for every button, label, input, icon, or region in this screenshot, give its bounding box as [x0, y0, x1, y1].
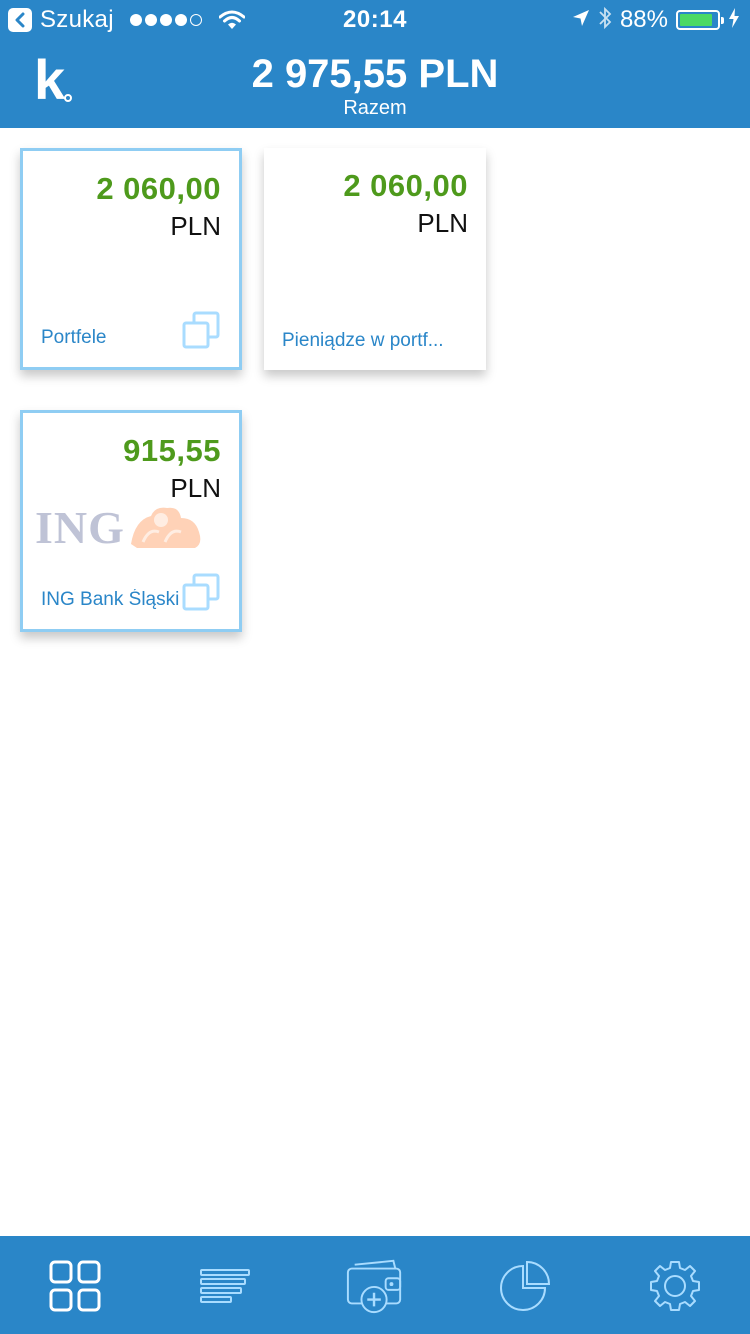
total-balance-label: Razem [343, 97, 407, 119]
status-right: 88% [564, 6, 740, 34]
status-bar: Szukaj 20:14 88% [0, 0, 750, 40]
tile-currency: PLN [170, 211, 221, 241]
tile-currency: PLN [170, 473, 221, 503]
battery-icon [676, 10, 724, 30]
group-icon[interactable] [181, 572, 221, 617]
account-tile-ing[interactable]: 915,55 PLN ING ING Bank Śląski [20, 410, 242, 632]
group-icon[interactable] [181, 310, 221, 355]
tab-grid[interactable] [45, 1256, 105, 1316]
wallet-add-icon [346, 1259, 402, 1314]
tab-list[interactable] [195, 1256, 255, 1316]
gear-icon [650, 1261, 700, 1311]
ing-bank-logo: ING [35, 501, 231, 553]
account-tile-pieniadze[interactable]: 2 060,00 PLN Pieniądze w portf... [264, 148, 486, 370]
tile-label: Portfele [41, 327, 107, 348]
tile-amount: 915,55 [123, 433, 221, 468]
location-arrow-icon [572, 9, 590, 32]
charging-bolt-icon [728, 7, 740, 33]
bluetooth-icon [598, 6, 612, 35]
bottom-tab-bar [0, 1236, 750, 1334]
account-tile-portfele[interactable]: 2 060,00 PLN Portfele [20, 148, 242, 370]
tab-settings[interactable] [645, 1256, 705, 1316]
list-icon [200, 1269, 250, 1303]
tab-charts[interactable] [495, 1256, 555, 1316]
tile-currency: PLN [417, 208, 468, 238]
tile-label: ING Bank Śląski [41, 589, 180, 610]
total-balance: 2 975,55 PLN [251, 52, 499, 96]
tile-amount: 2 060,00 [343, 168, 468, 203]
ing-logo-text: ING [35, 501, 125, 553]
tile-label: Pieniądze w portf... [282, 330, 444, 351]
battery-level-fill [680, 14, 712, 26]
tab-add-wallet[interactable] [345, 1256, 405, 1316]
tile-amount: 2 060,00 [96, 171, 221, 206]
ing-lion-icon [130, 507, 201, 548]
pie-chart-icon [500, 1260, 551, 1311]
app-header: Szukaj 20:14 88% k 2 975,55 PLN Razem [0, 0, 750, 128]
grid-icon [49, 1260, 101, 1312]
battery-percent: 88% [619, 6, 668, 33]
